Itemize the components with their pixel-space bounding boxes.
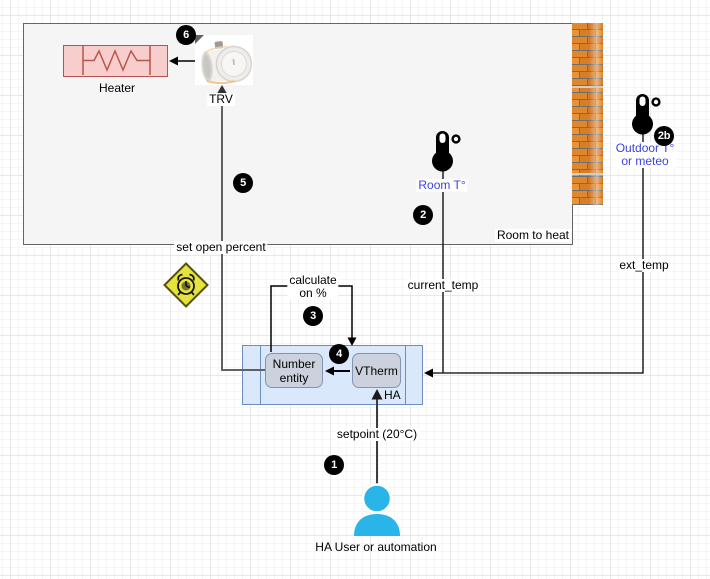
current-temp-label: current_temp <box>406 279 481 292</box>
step-badge-2b: 2b <box>654 126 674 146</box>
ha-box-left-bar <box>260 346 261 404</box>
user-icon <box>351 483 403 537</box>
calculate-label-line2: on % <box>289 287 336 300</box>
diagram-canvas: Heater TRV Number entity VTherm HA <box>0 0 710 579</box>
number-entity-label-line2: entity <box>273 371 316 385</box>
user-label: HA User or automation <box>315 541 436 554</box>
calculate-label: calculate on % <box>287 274 338 300</box>
ha-label: HA <box>384 389 401 402</box>
brick-wall-image <box>572 23 603 205</box>
room-to-heat-label: Room to heat <box>495 229 571 242</box>
number-entity-label-line1: Number <box>273 357 316 371</box>
heater-label: Heater <box>99 82 135 95</box>
vtherm-node: VTherm <box>352 353 401 388</box>
step-badge-5: 5 <box>233 173 253 193</box>
step-badge-2: 2 <box>413 205 433 225</box>
heater-shape <box>63 45 168 77</box>
setpoint-label: setpoint (20°C) <box>335 428 419 441</box>
timer-icon <box>163 262 209 308</box>
step-badge-4: 4 <box>329 344 349 364</box>
room-sensor-label: Room T° <box>416 179 467 192</box>
vtherm-label: VTherm <box>355 364 398 378</box>
step-badge-1: 1 <box>324 455 344 475</box>
step-badge-3: 3 <box>303 306 323 326</box>
trv-label: TRV <box>207 93 235 106</box>
trv-image <box>195 35 253 85</box>
resistor-icon <box>64 46 166 75</box>
outdoor-sensor-label-line2: or meteo <box>616 155 675 168</box>
outdoor-sensor-label: Outdoor T° or meteo <box>614 142 677 168</box>
set-open-percent-label: set open percent <box>174 241 267 254</box>
step-badge-6: 6 <box>176 25 196 45</box>
ha-box-right-bar <box>405 346 406 404</box>
ext-temp-label: ext_temp <box>617 259 670 272</box>
number-entity-node: Number entity <box>265 353 323 388</box>
room-thermometer-icon <box>427 130 461 172</box>
